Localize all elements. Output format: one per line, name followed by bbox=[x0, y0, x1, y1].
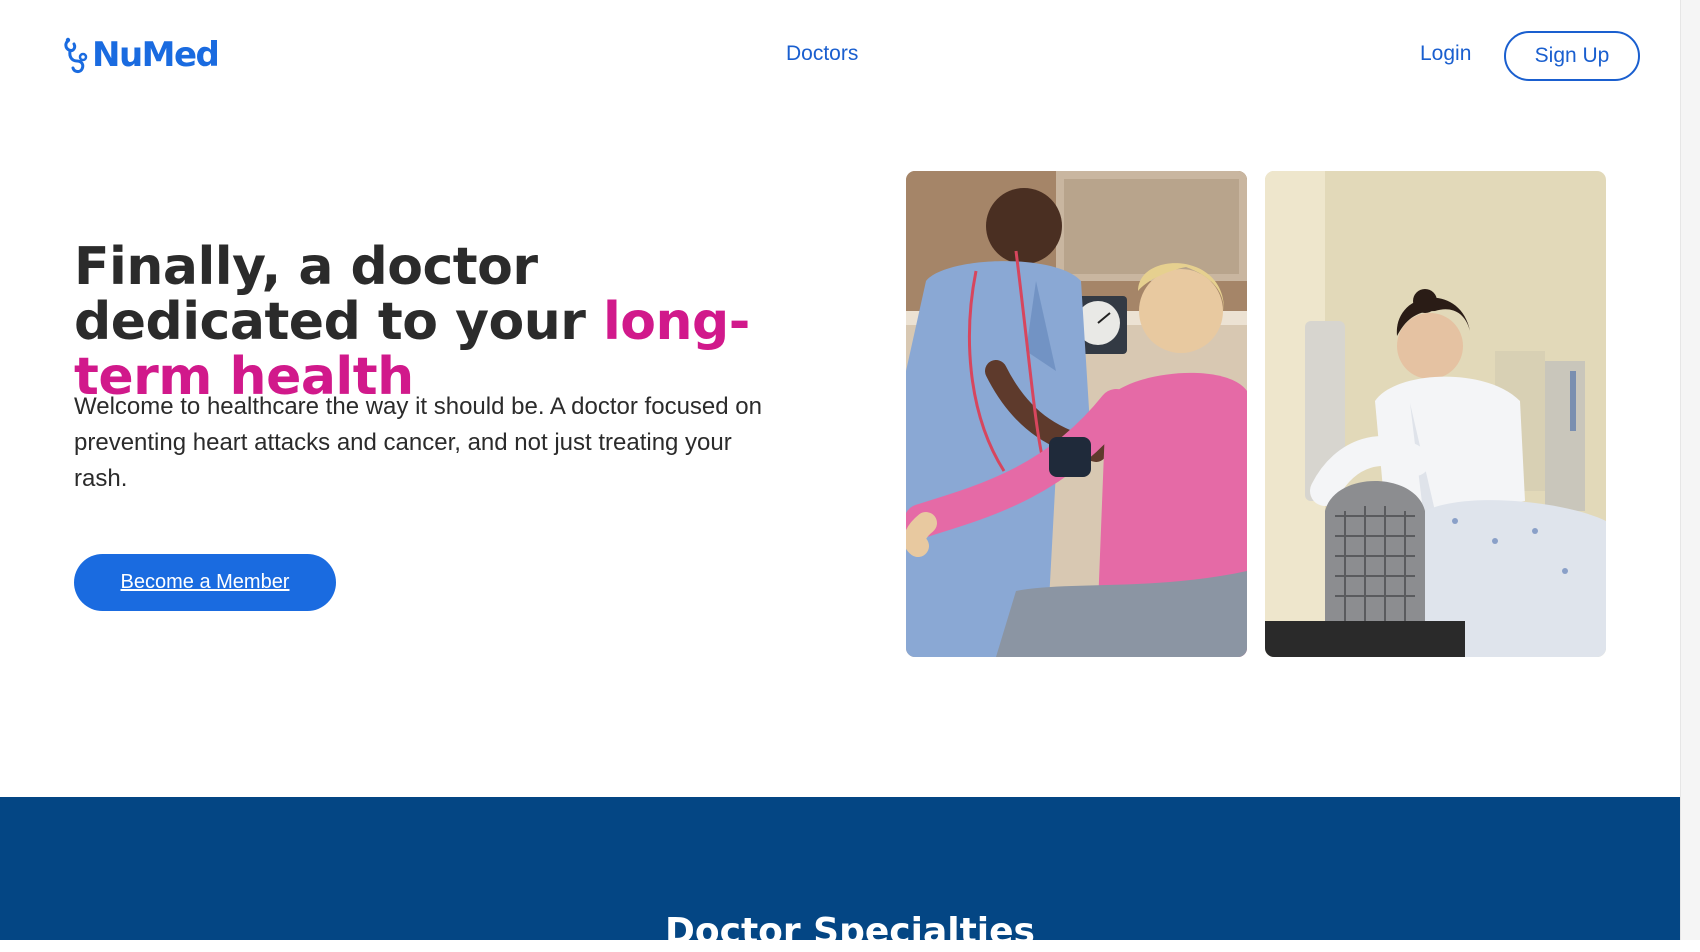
specialties-title: Doctor Specialties bbox=[664, 911, 1035, 952]
hero-photo-scan-prep bbox=[1265, 171, 1606, 657]
specialties-section: Doctor Specialties bbox=[0, 797, 1700, 952]
scan-prep-photo-illustration bbox=[1265, 171, 1606, 657]
nav-login-link[interactable]: Login bbox=[1420, 42, 1471, 66]
scrollbar[interactable] bbox=[1680, 0, 1700, 940]
become-member-button[interactable]: Become a Member bbox=[74, 554, 336, 611]
signup-button[interactable]: Sign Up bbox=[1504, 31, 1640, 81]
page: NuMed Doctors Login Sign Up Finally, a d… bbox=[0, 0, 1700, 952]
stethoscope-icon bbox=[64, 37, 88, 73]
blood-pressure-photo-illustration bbox=[906, 171, 1247, 657]
hero-description: Welcome to healthcare the way it should … bbox=[74, 393, 762, 492]
logo-text: NuMed bbox=[92, 35, 220, 75]
hero-title-text: Finally, a doctor dedicated to your bbox=[74, 237, 603, 352]
nav-doctors-link[interactable]: Doctors bbox=[786, 42, 858, 66]
hero-title: Finally, a doctor dedicated to your long… bbox=[74, 240, 834, 405]
logo-link[interactable]: NuMed bbox=[62, 33, 220, 77]
hero-photo-blood-pressure bbox=[906, 171, 1247, 657]
site-header: NuMed Doctors Login Sign Up bbox=[0, 0, 1700, 115]
